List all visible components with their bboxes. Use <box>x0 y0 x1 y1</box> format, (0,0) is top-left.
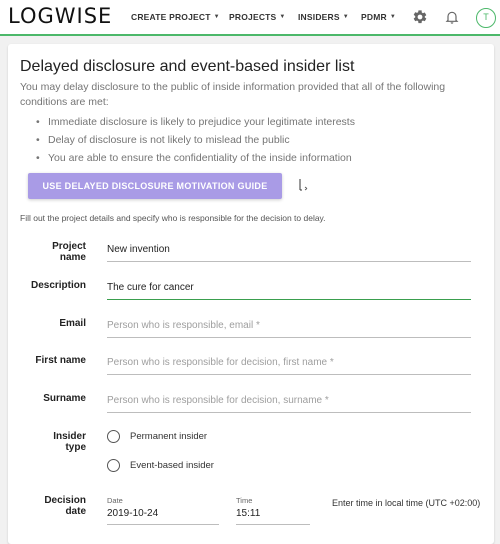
description-field[interactable]: The cure for cancer <box>107 278 471 300</box>
logo[interactable]: LOGWISE <box>8 4 112 28</box>
nav-pdmr-label: PDMR <box>361 12 387 22</box>
nav-insiders-label: INSIDERS <box>298 12 340 22</box>
project-name-field[interactable]: New invention <box>107 240 471 262</box>
decision-date-label-line2: date <box>65 506 86 517</box>
helper-text: Fill out the project details and specify… <box>20 213 326 223</box>
caret-down-icon: ▼ <box>342 14 349 20</box>
decision-date-label-line1: Decision <box>44 495 86 506</box>
surname-label: Surname <box>43 393 86 404</box>
insider-type-label-line1: Insider <box>53 431 86 442</box>
radio-button[interactable] <box>107 430 120 443</box>
time-sub-label: Time <box>236 496 253 505</box>
nav-projects-label: PROJECTS <box>229 12 277 22</box>
conditions-list: Immediate disclosure is likely to prejud… <box>36 113 355 167</box>
date-input[interactable]: 2019-10-24 <box>107 505 219 525</box>
surname-field[interactable]: Person who is responsible for decision, … <box>107 391 471 413</box>
project-name-label-line1: Project <box>52 241 86 252</box>
first-name-label: First name <box>35 355 86 366</box>
project-name-label: Project name <box>8 241 86 263</box>
caret-down-icon: ▼ <box>213 14 220 20</box>
nav-create-project[interactable]: CREATE PROJECT ▼ <box>131 12 220 22</box>
caret-down-icon: ▼ <box>279 14 286 20</box>
bell-icon[interactable] <box>444 9 460 25</box>
caret-down-icon: ▼ <box>389 14 396 20</box>
email-label: Email <box>59 318 86 329</box>
insider-type-label: Insider type <box>8 431 86 453</box>
motivation-guide-button[interactable]: USE DELAYED DISCLOSURE MOTIVATION GUIDE <box>28 173 282 199</box>
intro-text: You may delay disclosure to the public o… <box>20 81 446 108</box>
list-item: Delay of disclosure is not likely to mis… <box>36 131 355 149</box>
insider-type-label-line2: type <box>65 442 86 453</box>
first-name-field[interactable]: Person who is responsible for decision, … <box>107 353 471 375</box>
date-sub-label: Date <box>107 496 123 505</box>
gear-icon[interactable] <box>412 9 428 25</box>
description-label: Description <box>30 280 86 291</box>
nav-insiders[interactable]: INSIDERS ▼ <box>298 12 349 22</box>
nav-projects[interactable]: PROJECTS ▼ <box>229 12 286 22</box>
radio-event-based-insider[interactable]: Event-based insider <box>107 459 214 472</box>
top-nav: LOGWISE CREATE PROJECT ▼ PROJECTS ▼ INSI… <box>0 0 500 36</box>
avatar[interactable]: T <box>476 8 496 28</box>
radio-permanent-insider[interactable]: Permanent insider <box>107 430 207 443</box>
time-input[interactable]: 15:11 <box>236 505 310 525</box>
decision-date-label: Decision date <box>8 495 86 517</box>
project-name-label-line2: name <box>59 252 86 263</box>
list-item: Immediate disclosure is likely to prejud… <box>36 113 355 131</box>
page-title: Delayed disclosure and event-based insid… <box>20 58 355 75</box>
form-card: Delayed disclosure and event-based insid… <box>8 44 494 544</box>
radio-permanent-label: Permanent insider <box>130 431 208 442</box>
timezone-note: Enter time in local time (UTC +02:00) <box>332 498 481 508</box>
nav-pdmr[interactable]: PDMR ▼ <box>361 12 396 22</box>
radio-button[interactable] <box>107 459 120 472</box>
nav-create-project-label: CREATE PROJECT <box>131 12 211 22</box>
email-field[interactable]: Person who is responsible, email * <box>107 316 471 338</box>
radio-event-based-label: Event-based insider <box>130 460 214 471</box>
text-cursor-icon <box>299 179 308 191</box>
list-item: You are able to ensure the confidentiali… <box>36 149 355 167</box>
